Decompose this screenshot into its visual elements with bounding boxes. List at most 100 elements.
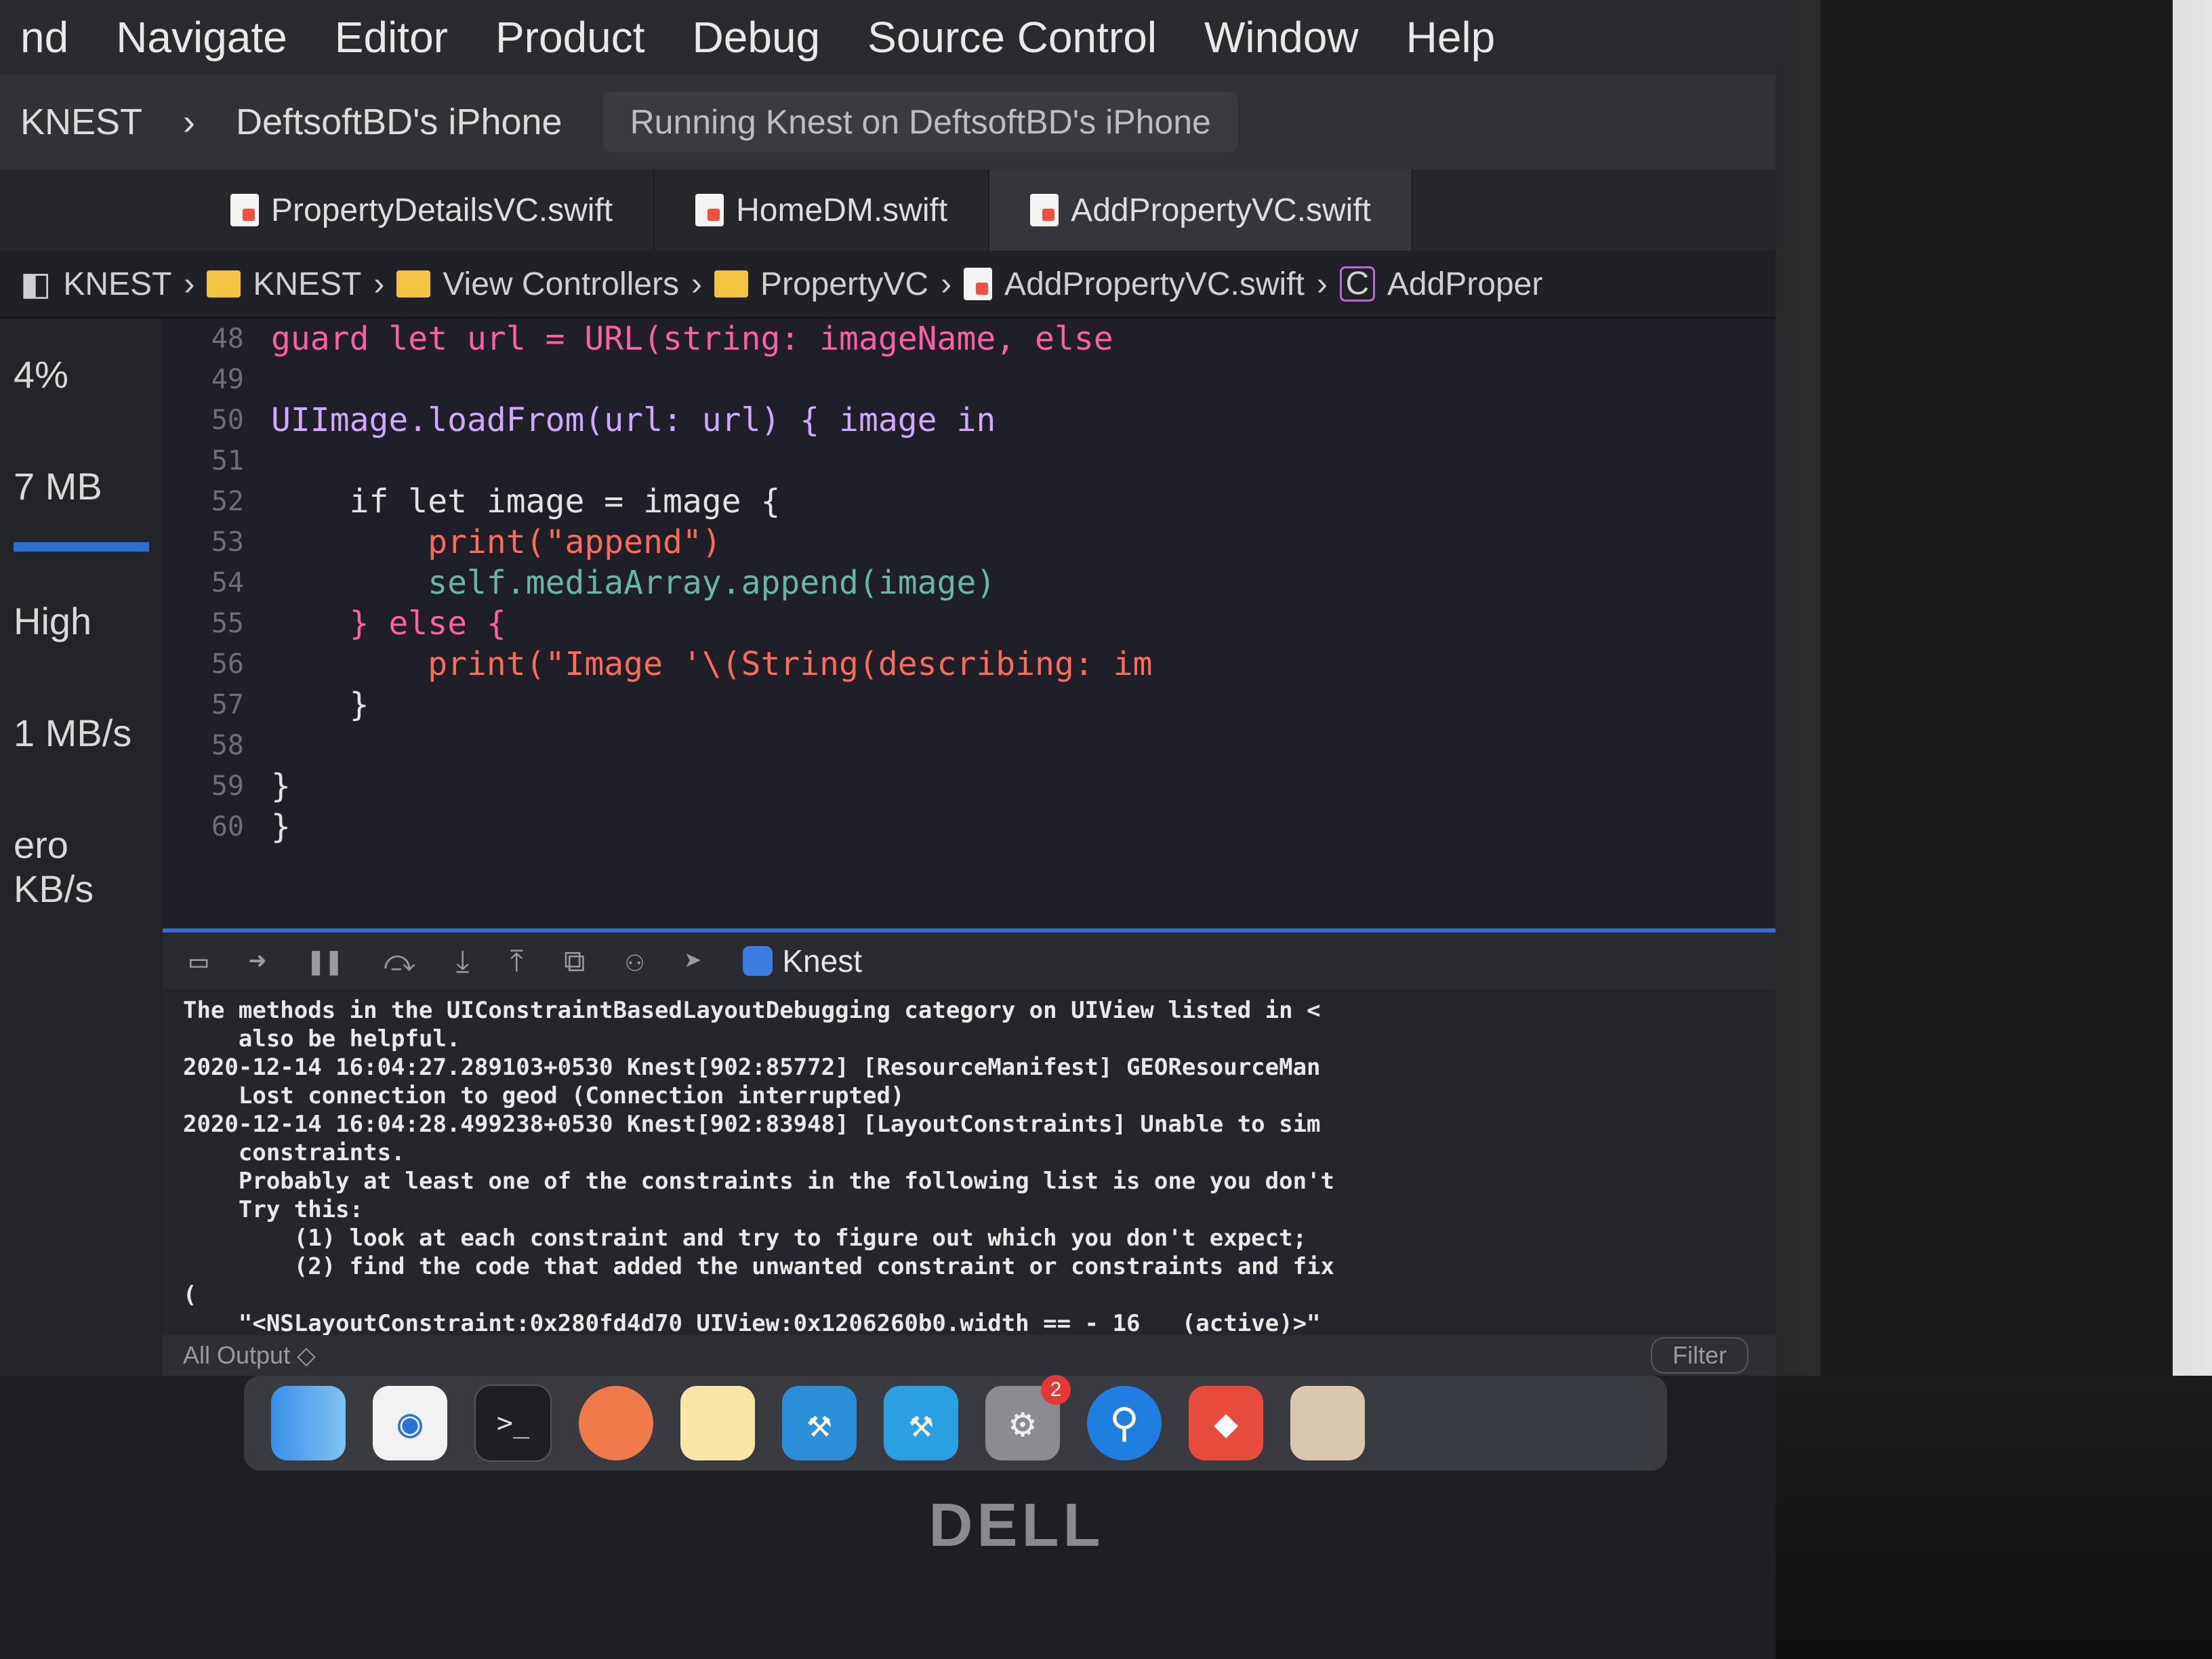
disk-gauge[interactable]: 1 MB/s — [0, 677, 163, 789]
menu-bar: nd Navigate Editor Product Debug Source … — [0, 0, 1776, 75]
jump-bar-group[interactable]: KNEST — [253, 266, 361, 303]
jump-bar-folder-property-vc[interactable]: PropertyVC — [760, 266, 928, 303]
code-line[interactable] — [271, 441, 1762, 481]
line-number: 55 — [211, 608, 244, 639]
line-number: 56 — [211, 649, 244, 680]
line-number: 59 — [211, 771, 244, 802]
debug-console[interactable]: The methods in the UIConstraintBasedLayo… — [163, 989, 1776, 1335]
console-filter-input[interactable]: Filter — [1651, 1337, 1748, 1374]
terminal-icon[interactable]: >_ — [474, 1385, 552, 1462]
console-line: "<NSLayoutConstraint:0x280fd4d70 UIView:… — [183, 1310, 1321, 1335]
scheme-selector[interactable]: KNEST — [20, 101, 142, 143]
git-client-icon[interactable]: ◆ — [1189, 1386, 1263, 1460]
code-line[interactable]: } else { — [271, 603, 1762, 644]
swift-playgrounds-icon[interactable] — [579, 1386, 653, 1460]
jump-bar-symbol[interactable]: AddProper — [1387, 266, 1542, 303]
folder-icon — [207, 270, 241, 298]
debug-target[interactable]: Knest — [743, 943, 862, 979]
swift-file-icon — [1030, 194, 1059, 226]
tab-label: AddPropertyVC.swift — [1071, 192, 1371, 228]
console-line: (1) look at each constraint and try to f… — [183, 1225, 1307, 1252]
jump-bar-folder-view-controllers[interactable]: View Controllers — [443, 266, 679, 303]
step-over-icon[interactable]: ⤼ — [384, 944, 415, 979]
system-preferences-icon[interactable]: ⚙ 2 — [985, 1375, 1071, 1460]
console-line: Try this: — [183, 1196, 364, 1223]
step-out-icon[interactable]: ⤒ — [510, 944, 523, 979]
tab-property-details-vc[interactable]: PropertyDetailsVC.swift — [190, 169, 655, 251]
tab-label: HomeDM.swift — [736, 192, 948, 228]
line-number: 60 — [211, 811, 244, 842]
console-line: Probably at least one of the constraints… — [183, 1168, 1334, 1195]
line-number: 54 — [211, 567, 244, 598]
editor-tab-bar: PropertyDetailsVC.swift HomeDM.swift Add… — [0, 169, 1776, 251]
debug-gauges: 4% 7 MB High 1 MB/s ero KB/s — [0, 319, 163, 1376]
code-line[interactable] — [271, 725, 1762, 766]
folder-icon — [714, 270, 748, 298]
menu-item-window[interactable]: Window — [1204, 12, 1359, 62]
code-line[interactable]: self.mediaArray.append(image) — [271, 562, 1762, 603]
code-line[interactable]: print("append") — [271, 522, 1762, 562]
source-editor[interactable]: 48 49 50 51 52 53 54 55 56 57 58 59 60 g… — [163, 319, 1776, 928]
line-number-gutter: 48 49 50 51 52 53 54 55 56 57 58 59 60 — [163, 319, 258, 928]
finder-icon[interactable] — [271, 1386, 346, 1460]
chrome-icon[interactable]: ◉ — [373, 1386, 447, 1460]
activity-status: Running Knest on DeftsoftBD's iPhone — [602, 91, 1238, 152]
memory-graph-icon[interactable]: ⚇ — [626, 944, 644, 979]
xcode-icon[interactable]: ⚒ — [782, 1386, 857, 1460]
breakpoints-toggle-icon[interactable]: ➜ — [249, 944, 267, 979]
code-line[interactable]: } — [271, 806, 1762, 847]
simulate-location-icon[interactable]: ➤ — [684, 944, 703, 979]
tab-add-property-vc[interactable]: AddPropertyVC.swift — [989, 169, 1413, 251]
code-line[interactable]: UIImage.loadFrom(url: url) { image in — [271, 400, 1762, 441]
code-lines[interactable]: guard let url = URL(string: imageName, e… — [271, 319, 1762, 928]
network-gauge[interactable]: ero KB/s — [0, 789, 163, 945]
code-line[interactable]: } — [271, 684, 1762, 725]
tab-home-dm[interactable]: HomeDM.swift — [655, 169, 990, 251]
notification-badge: 2 — [1041, 1375, 1071, 1405]
console-line: 2020-12-14 16:04:28.499238+0530 Knest[90… — [183, 1111, 1321, 1138]
pause-icon[interactable]: ❚❚ — [307, 944, 343, 979]
code-line[interactable]: guard let url = URL(string: imageName, e… — [271, 319, 1762, 359]
output-selector[interactable]: All Output ◇ — [183, 1341, 316, 1370]
code-line[interactable]: if let image = image { — [271, 481, 1762, 522]
chevron-right-icon: › — [373, 266, 385, 302]
code-line[interactable]: } — [271, 766, 1762, 806]
menu-item-navigate[interactable]: Navigate — [116, 12, 287, 62]
toggle-console-icon[interactable]: ▭ — [190, 944, 208, 979]
menu-item-product[interactable]: Product — [495, 12, 645, 62]
console-line: Lost connection to geod (Connection inte… — [183, 1082, 905, 1109]
memory-bar — [14, 542, 149, 552]
notes-icon[interactable] — [680, 1386, 755, 1460]
dock: ◉ >_ ⚒ ⚒ ⚙ 2 ⚲ ◆ — [244, 1375, 1667, 1471]
app-icon — [743, 946, 773, 976]
chevron-right-icon: › — [691, 266, 702, 302]
debug-bar: ▭ ➜ ❚❚ ⤼ ⤓ ⤒ ⧉ ⚇ ➤ Knest — [163, 928, 1776, 989]
line-number: 53 — [211, 527, 244, 558]
menu-item-source-control[interactable]: Source Control — [867, 12, 1157, 62]
app-store-connect-icon[interactable]: ⚲ — [1087, 1386, 1162, 1460]
energy-gauge[interactable]: High — [0, 565, 163, 677]
menu-item-editor[interactable]: Editor — [335, 12, 448, 62]
step-into-icon[interactable]: ⤓ — [456, 944, 469, 979]
view-hierarchy-icon[interactable]: ⧉ — [564, 944, 585, 979]
menu-item-partial[interactable]: nd — [20, 12, 68, 62]
console-line: The methods in the UIConstraintBasedLayo… — [183, 997, 1321, 1024]
line-number: 48 — [211, 323, 244, 354]
device-selector[interactable]: DeftsoftBD's iPhone — [236, 101, 562, 143]
jump-bar-file[interactable]: AddPropertyVC.swift — [1004, 266, 1305, 303]
console-line: 2020-12-14 16:04:27.289103+0530 Knest[90… — [183, 1054, 1321, 1081]
code-line[interactable] — [271, 359, 1762, 400]
debug-target-label: Knest — [782, 943, 862, 979]
xcode-beta-icon[interactable]: ⚒ — [884, 1386, 958, 1460]
line-number: 57 — [211, 689, 244, 720]
menu-item-debug[interactable]: Debug — [693, 12, 821, 62]
console-line: also be helpful. — [183, 1025, 461, 1052]
downloads-stack-icon[interactable] — [1290, 1386, 1365, 1460]
memory-gauge[interactable]: 7 MB — [0, 430, 163, 542]
chevron-right-icon: › — [184, 266, 195, 302]
menu-item-help[interactable]: Help — [1406, 12, 1496, 62]
cpu-gauge[interactable]: 4% — [0, 319, 163, 430]
jump-bar-project[interactable]: KNEST — [63, 266, 171, 303]
code-line[interactable]: print("Image '\(String(describing: im — [271, 644, 1762, 684]
tab-label: PropertyDetailsVC.swift — [271, 192, 613, 228]
